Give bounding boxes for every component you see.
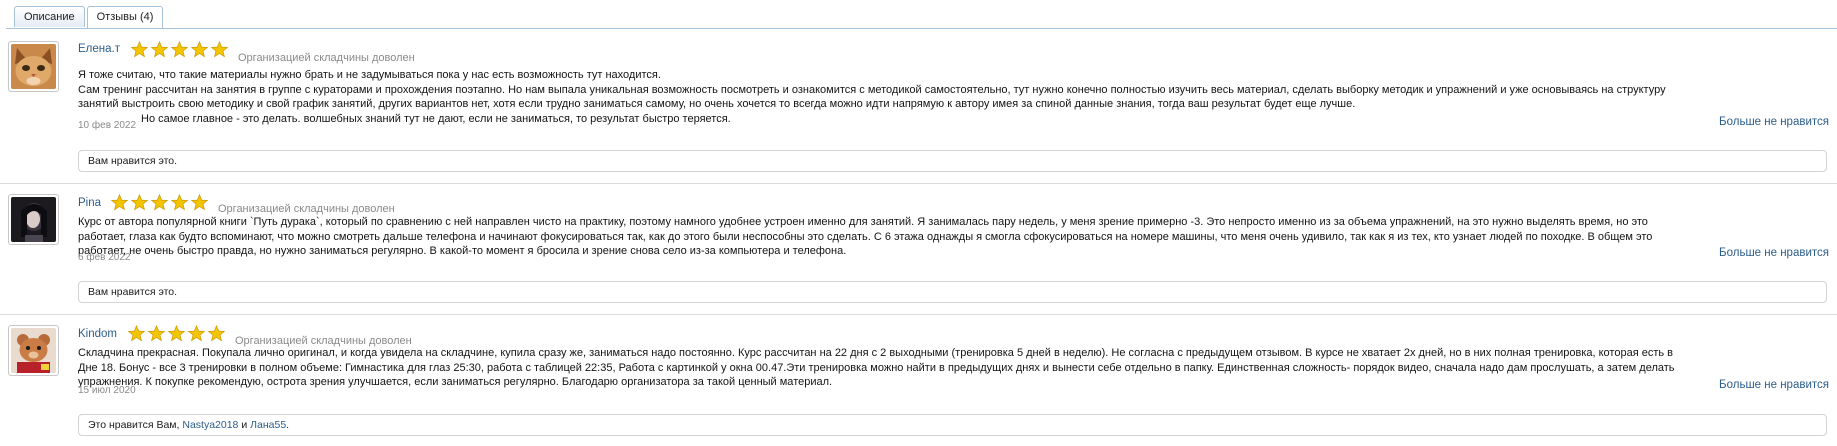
liker-link-lana55[interactable]: Лана55 xyxy=(250,419,286,431)
rating-stars xyxy=(131,41,231,58)
star-icon xyxy=(191,41,208,58)
review-text-line: работает, глаза как будто вспоминают, чт… xyxy=(78,230,1653,243)
review-author-name[interactable]: Елена.т xyxy=(78,43,120,55)
review-text-line: Я тоже считаю, что такие материалы нужно… xyxy=(78,69,661,81)
review-author-name[interactable]: Kindom xyxy=(78,328,117,340)
star-icon xyxy=(171,194,188,211)
review-text-line: Складчина прекрасная. Покупала лично ори… xyxy=(78,347,1673,359)
review-divider xyxy=(0,183,1837,184)
star-icon xyxy=(188,325,205,342)
avatar-dark-hair[interactable] xyxy=(8,194,59,245)
star-icon xyxy=(148,325,165,342)
likes-summary: Это нравится Вам, Nastya2018 и Лана55. xyxy=(78,414,1827,436)
star-icon xyxy=(128,325,145,342)
star-icon xyxy=(131,194,148,211)
review-text: Складчина прекрасная. Покупала лично ори… xyxy=(78,346,1837,390)
avatar-plush-toy[interactable] xyxy=(8,325,59,376)
unlike-button[interactable]: Больше не нравится xyxy=(1719,116,1829,128)
review-text-line: Дне 18. Бонус - все 3 тренировки в полно… xyxy=(78,361,1675,374)
star-icon xyxy=(191,194,208,211)
review-text-line: Но самое главное - это делать. волшебных… xyxy=(141,112,731,125)
star-icon xyxy=(111,194,128,211)
star-icon xyxy=(151,194,168,211)
review-text-line: занятий выстроить свою методику и свой г… xyxy=(78,98,1356,110)
review-text-line: Сам тренинг рассчитан на занятия в групп… xyxy=(78,83,1666,96)
likes-summary: Вам нравится это. xyxy=(78,150,1827,172)
review-text-line: упражнения. К покупке рекомендую, острот… xyxy=(78,376,833,388)
rating-text: Организацией складчины доволен xyxy=(218,203,395,215)
tab-reviews[interactable]: Отзывы (4) xyxy=(86,6,164,29)
review-text: Курс от автора популярной книги `Путь ду… xyxy=(78,215,1837,259)
star-icon xyxy=(208,325,225,342)
tab-divider xyxy=(6,28,1837,29)
liker-link-nastya2018[interactable]: Nastya2018 xyxy=(182,419,238,431)
rating-stars xyxy=(128,325,228,342)
review-text-line: работает, не очень быстро правда, но нуж… xyxy=(78,245,847,257)
review-author-name[interactable]: Pina xyxy=(78,197,101,209)
rating-stars xyxy=(111,194,211,211)
unlike-button[interactable]: Больше не нравится xyxy=(1719,247,1829,259)
review-divider xyxy=(0,314,1837,315)
review-text-line: Курс от автора популярной книги `Путь ду… xyxy=(78,216,1648,228)
tab-description[interactable]: Описание xyxy=(14,6,85,27)
star-icon xyxy=(211,41,228,58)
rating-text: Организацией складчины доволен xyxy=(238,52,415,64)
review-date: 10 фев 2022 xyxy=(78,120,137,131)
star-icon xyxy=(168,325,185,342)
likes-and: и xyxy=(238,419,251,431)
tab-bar: Описание Отзывы (4) xyxy=(14,6,165,29)
review-date: 6 фев 2022 xyxy=(78,252,131,263)
star-icon xyxy=(151,41,168,58)
review-date: 15 июл 2020 xyxy=(78,385,136,396)
unlike-button[interactable]: Больше не нравится xyxy=(1719,379,1829,391)
likes-prefix: Это нравится Вам, xyxy=(88,419,183,431)
likes-summary: Вам нравится это. xyxy=(78,281,1827,303)
avatar-cat[interactable] xyxy=(8,41,59,92)
star-icon xyxy=(171,41,188,58)
review-text: Я тоже считаю, что такие материалы нужно… xyxy=(78,68,1830,126)
likes-suffix: . xyxy=(286,419,290,431)
star-icon xyxy=(131,41,148,58)
